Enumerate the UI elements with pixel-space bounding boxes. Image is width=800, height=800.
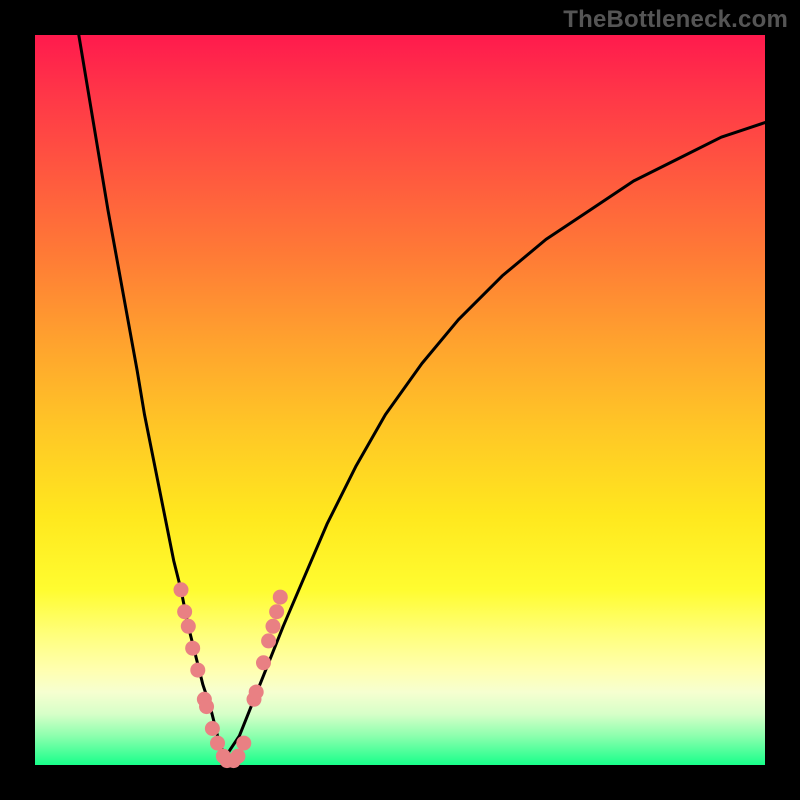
marker-group: [174, 582, 288, 768]
data-marker: [177, 604, 192, 619]
data-marker: [190, 663, 205, 678]
data-marker: [185, 641, 200, 656]
data-marker: [230, 749, 245, 764]
data-marker: [265, 619, 280, 634]
data-marker: [174, 582, 189, 597]
data-marker: [269, 604, 284, 619]
curve-right: [225, 123, 765, 758]
chart-frame: TheBottleneck.com: [0, 0, 800, 800]
plot-area: [35, 35, 765, 765]
curve-group: [79, 35, 765, 758]
watermark-text: TheBottleneck.com: [563, 6, 788, 34]
chart-svg: [35, 35, 765, 765]
data-marker: [236, 736, 251, 751]
data-marker: [181, 619, 196, 634]
data-marker: [199, 699, 214, 714]
data-marker: [210, 736, 225, 751]
data-marker: [273, 590, 288, 605]
data-marker: [249, 685, 264, 700]
curve-left: [79, 35, 225, 758]
data-marker: [261, 633, 276, 648]
data-marker: [256, 655, 271, 670]
data-marker: [205, 721, 220, 736]
